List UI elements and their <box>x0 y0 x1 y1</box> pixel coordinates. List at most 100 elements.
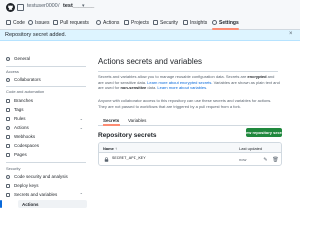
chevron-down-icon: ⌄ <box>79 116 83 121</box>
header-top-bar: testuser0000 / test_______ ▾ <box>0 0 300 15</box>
title-divider <box>98 71 278 72</box>
secret-name: SECRET_API_KEY <box>112 157 146 161</box>
tab-insights-label: Insights <box>190 19 208 26</box>
pull-request-icon <box>53 20 58 25</box>
sidebar-divider <box>6 86 86 87</box>
tab-security[interactable]: Security <box>153 17 178 28</box>
edit-secret-button[interactable]: ✎ <box>261 155 270 164</box>
repo-nav-tabs: Code Issues Pull requests Actions Projec… <box>0 15 300 30</box>
sidebar-item-secrets-variables[interactable]: Secrets and variables ⌃ <box>3 190 87 199</box>
gear-icon <box>212 20 217 25</box>
trash-icon: 🗑 <box>272 156 279 163</box>
issue-icon <box>28 20 33 25</box>
table-row: SECRET_API_KEY now ✎ 🗑 <box>99 153 281 165</box>
settings-sidebar: General Access Collaborators Code and au… <box>0 41 88 210</box>
sidebar-item-label: Webhooks <box>14 134 36 139</box>
chevron-down-icon[interactable]: ▾ <box>82 3 85 9</box>
tab-secrets[interactable]: Secrets <box>103 118 119 123</box>
intro-text: . <box>206 85 208 91</box>
graph-icon <box>183 20 188 25</box>
tab-code-label: Code <box>13 19 25 26</box>
tab-actions[interactable]: Actions <box>96 17 119 28</box>
sidebar-item-label: Secrets and variables <box>14 192 58 197</box>
encrypted-secrets-link[interactable]: Learn more about encrypted secrets <box>147 80 211 85</box>
delete-secret-button[interactable]: 🗑 <box>271 155 280 164</box>
tab-insights[interactable]: Insights <box>183 17 207 28</box>
sidebar-item-code-security[interactable]: Code security and analysis <box>3 172 87 181</box>
tab-settings[interactable]: Settings <box>212 17 239 28</box>
intro-paragraph: Secrets and variables allow you to manag… <box>98 74 280 91</box>
secrets-variables-tabs: Secrets Variables <box>98 115 280 126</box>
sidebar-subitem-actions[interactable]: Actions <box>18 200 87 208</box>
sidebar-divider <box>6 162 86 163</box>
intro-emphasis-non-sensitive: non-sensitive <box>120 85 147 91</box>
secrets-table: Name ↑ Last updated SECRET_API_KEY now ✎… <box>98 142 282 166</box>
variables-link[interactable]: Learn more about variables <box>157 85 206 90</box>
sidebar-item-label: General <box>14 56 31 61</box>
github-logo-icon[interactable] <box>6 3 15 12</box>
flash-message: Repository secret added. <box>5 32 67 38</box>
play-icon <box>96 20 101 25</box>
webhook-icon <box>6 134 10 139</box>
repo-icon <box>17 4 24 11</box>
table-icon <box>124 20 129 25</box>
sidebar-item-label: Rules <box>14 116 26 121</box>
sidebar-item-label: Code security and analysis <box>14 174 68 179</box>
table-header: Name ↑ Last updated <box>99 143 281 153</box>
sidebar-item-label: Tags <box>14 107 24 112</box>
lock-icon <box>104 157 109 162</box>
asterisk-icon <box>6 192 10 197</box>
key-icon <box>6 183 10 188</box>
code-icon <box>6 20 11 25</box>
secret-last-updated: now <box>239 157 247 162</box>
chevron-down-icon: ⌄ <box>79 125 83 130</box>
sidebar-heading-security: Security <box>6 166 21 171</box>
success-flash-banner: Repository secret added. × <box>0 30 300 41</box>
active-indicator <box>0 200 2 208</box>
codescan-icon <box>6 174 10 179</box>
column-header-name[interactable]: Name ↑ <box>103 146 117 151</box>
sidebar-item-rules[interactable]: Rules ⌄ <box>3 114 87 123</box>
page-title: Actions secrets and variables <box>98 57 203 66</box>
chevron-up-icon: ⌃ <box>79 192 83 197</box>
sidebar-item-pages[interactable]: Pages <box>3 150 87 159</box>
sidebar-item-actions[interactable]: Actions ⌄ <box>3 123 87 132</box>
tab-settings-label: Settings <box>219 19 239 26</box>
intro-emphasis-encrypted: encrypted <box>247 74 267 79</box>
tab-projects-label: Projects <box>131 19 150 26</box>
tab-issues-label: Issues <box>35 19 50 26</box>
sidebar-item-general[interactable]: General <box>3 54 87 63</box>
repo-name-link[interactable]: test_______ <box>63 3 94 9</box>
sidebar-item-webhooks[interactable]: Webhooks <box>3 132 87 141</box>
codespaces-icon <box>6 143 10 148</box>
repo-header: testuser0000 / test_______ ▾ Code Issues… <box>0 0 300 30</box>
sidebar-divider <box>6 66 86 67</box>
sidebar-item-label: Branches <box>14 98 34 103</box>
branch-icon <box>6 98 10 103</box>
section-title: Repository secrets <box>98 132 157 139</box>
tab-variables[interactable]: Variables <box>128 118 146 123</box>
repo-owner-link[interactable]: testuser0000 <box>27 3 58 9</box>
sidebar-item-deploy-keys[interactable]: Deploy keys <box>3 181 87 190</box>
gear-icon <box>6 56 10 61</box>
shield-icon <box>153 20 158 25</box>
pencil-icon: ✎ <box>263 156 268 163</box>
close-icon[interactable]: × <box>289 31 293 37</box>
sidebar-item-label: Deploy keys <box>14 183 39 188</box>
tab-actions-label: Actions <box>103 19 120 26</box>
new-repository-secret-button[interactable]: New repository secret <box>243 128 285 137</box>
sidebar-item-collaborators[interactable]: Collaborators <box>3 75 87 84</box>
column-header-last-updated: Last updated <box>239 146 263 151</box>
tab-pull-requests[interactable]: Pull requests <box>53 17 89 28</box>
sidebar-heading-access: Access <box>6 69 19 74</box>
sidebar-item-label: Pages <box>14 152 27 157</box>
tab-pull-requests-label: Pull requests <box>60 19 89 26</box>
sidebar-item-branches[interactable]: Branches <box>3 96 87 105</box>
tab-code[interactable]: Code <box>6 17 25 28</box>
sidebar-item-tags[interactable]: Tags <box>3 105 87 114</box>
tab-issues[interactable]: Issues <box>28 17 49 28</box>
main-content: Actions secrets and variables Secrets an… <box>98 41 296 210</box>
tab-projects[interactable]: Projects <box>124 17 149 28</box>
intro-text: data. <box>146 85 158 91</box>
sidebar-item-codespaces[interactable]: Codespaces <box>3 141 87 150</box>
